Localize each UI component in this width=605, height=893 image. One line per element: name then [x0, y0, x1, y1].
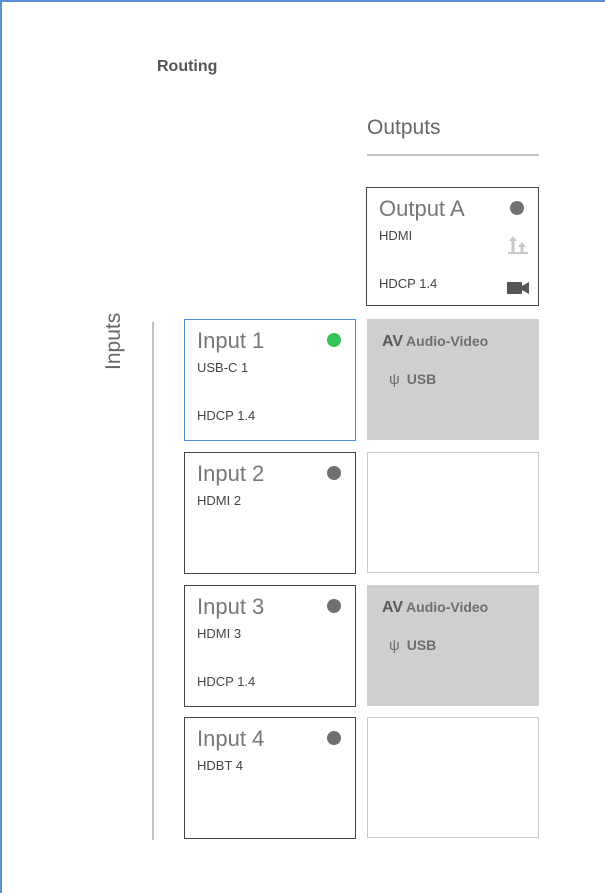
route-cell-input3-outputa[interactable]: AV Audio-Video ψ USB	[367, 585, 539, 706]
inputs-header: Inputs	[102, 312, 125, 370]
usb-icon: ψ	[389, 637, 400, 654]
input-name: Input 4	[197, 726, 265, 751]
route-cell-input4-outputa[interactable]	[367, 717, 539, 838]
input-card-2[interactable]: Input 2 HDMI 2	[184, 452, 356, 574]
input-hdcp: HDCP 1.4	[197, 674, 256, 689]
input-name: Input 2	[197, 461, 265, 486]
usb-label: USB	[406, 637, 437, 653]
input-hdcp: HDCP 1.4	[197, 408, 256, 423]
video-camera-icon	[507, 282, 529, 294]
input-status-dot	[327, 466, 341, 480]
output-status-dot	[510, 201, 524, 215]
input-name: Input 3	[197, 594, 265, 619]
usb-route-label: ψ USB	[389, 637, 436, 654]
inputs-divider	[152, 322, 154, 840]
input-status-dot	[327, 731, 341, 745]
outputs-divider	[367, 154, 539, 156]
input-card-1[interactable]: Input 1 USB-C 1 HDCP 1.4	[184, 319, 356, 441]
av-abbr: AV	[382, 599, 404, 616]
output-hdcp: HDCP 1.4	[379, 276, 438, 291]
av-route-label: AV Audio-Video	[382, 333, 488, 351]
usb-label: USB	[406, 371, 437, 387]
output-name: Output A	[379, 196, 465, 221]
page-title: Routing	[157, 58, 218, 75]
input-name: Input 1	[197, 328, 265, 353]
usb-route-label: ψ USB	[389, 371, 436, 388]
av-label: Audio-Video	[406, 599, 489, 615]
usb-icon: ψ	[389, 371, 400, 388]
outputs-header: Outputs	[367, 116, 441, 139]
av-abbr: AV	[382, 333, 404, 350]
output-port: HDMI	[379, 228, 413, 243]
input-port: HDBT 4	[197, 758, 243, 773]
route-cell-input1-outputa[interactable]: AV Audio-Video ψ USB	[367, 319, 539, 440]
route-cell-input2-outputa[interactable]	[367, 452, 539, 573]
upload-icon	[508, 236, 528, 254]
output-card-a[interactable]: Output A HDMI HDCP 1.4	[366, 187, 539, 306]
input-status-dot	[327, 599, 341, 613]
input-card-4[interactable]: Input 4 HDBT 4	[184, 717, 356, 839]
input-port: USB-C 1	[197, 360, 249, 375]
input-port: HDMI 2	[197, 493, 242, 508]
input-card-3[interactable]: Input 3 HDMI 3 HDCP 1.4	[184, 585, 356, 707]
input-status-dot	[327, 333, 341, 347]
av-label: Audio-Video	[406, 333, 489, 349]
av-route-label: AV Audio-Video	[382, 599, 488, 617]
input-port: HDMI 3	[197, 626, 242, 641]
